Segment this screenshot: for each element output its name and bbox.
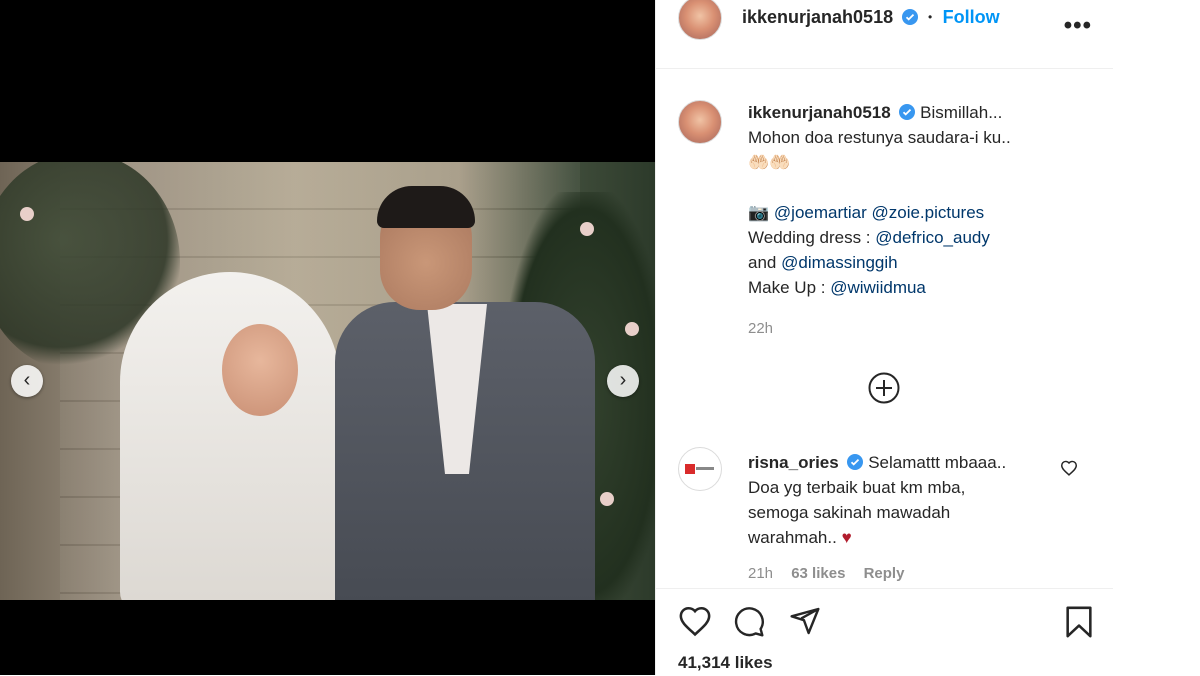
author-avatar[interactable]	[678, 0, 722, 40]
caption-text: Bismillah...	[920, 103, 1003, 122]
bride-veil	[120, 272, 340, 600]
verified-icon	[847, 454, 864, 470]
bookmark-icon[interactable]	[1064, 605, 1094, 639]
caption-username[interactable]: ikkenurjanah0518	[748, 103, 891, 122]
comment-username[interactable]: risna_ories	[748, 453, 839, 472]
caption-avatar[interactable]	[678, 100, 722, 144]
header-separator: •	[928, 10, 933, 24]
caption-emoji: 🤲🏻🤲🏻	[748, 153, 791, 172]
chevron-right-icon: ›	[619, 369, 627, 391]
comment-likes[interactable]: 63 likes	[791, 565, 845, 582]
commenter-avatar-text	[696, 467, 714, 470]
mention-link[interactable]: @defrico_audy	[875, 228, 990, 247]
post-header: ikkenurjanah0518 • Follow •••	[656, 0, 1114, 69]
photo-groom	[335, 186, 595, 600]
follow-button[interactable]: Follow	[943, 7, 1000, 27]
post-photo[interactable]: ‹ ›	[0, 162, 655, 600]
heart-icon[interactable]	[678, 605, 712, 637]
comment-meta: 21h 63 likes Reply	[748, 565, 918, 582]
photo-flower	[625, 322, 639, 336]
comment-text: Doa yg terbaik buat km mba,	[748, 478, 966, 497]
mention-link[interactable]: @dimassinggih	[781, 253, 897, 272]
comment-body: risna_ories Selamattt mbaaa.. Doa yg ter…	[748, 450, 1068, 550]
carousel-next-button[interactable]: ›	[607, 365, 639, 397]
share-icon[interactable]	[788, 605, 822, 637]
groom-hair	[377, 186, 475, 228]
mention-link[interactable]: @zoie.pictures	[871, 203, 984, 222]
author-username[interactable]: ikkenurjanah0518	[742, 7, 893, 27]
camera-emoji-icon: 📷	[748, 203, 770, 222]
heart-emoji-icon: ♥	[841, 528, 852, 547]
comment-icon[interactable]	[732, 606, 766, 638]
verified-icon	[901, 9, 918, 25]
right-gutter	[1113, 0, 1200, 675]
comment-text: Selamattt mbaaa..	[868, 453, 1007, 472]
photo-flower	[600, 492, 614, 506]
carousel-prev-button[interactable]: ‹	[11, 365, 43, 397]
post-caption: ikkenurjanah0518 Bismillah... Mohon doa …	[748, 100, 1098, 341]
caption-line: Mohon doa restunya saudara-i ku..	[748, 128, 1011, 147]
caption-text: Make Up :	[748, 278, 826, 297]
add-circle-icon[interactable]	[868, 372, 900, 404]
comment-text: warahmah..	[748, 528, 837, 547]
post-actions: 41,314 likes	[656, 588, 1114, 676]
caption-text: and	[748, 253, 777, 272]
bride-face	[222, 324, 298, 416]
verified-icon	[899, 104, 916, 120]
likes-count[interactable]: 41,314 likes	[678, 653, 773, 673]
photo-bride	[110, 272, 350, 600]
mention-link[interactable]: @joemartiar	[774, 203, 867, 222]
post-media: ‹ ›	[0, 0, 655, 675]
reply-button[interactable]: Reply	[864, 565, 905, 582]
mention-link[interactable]: @wiwiidmua	[830, 278, 926, 297]
commenter-avatar[interactable]	[678, 447, 722, 491]
commenter-avatar-logo	[685, 464, 695, 474]
like-comment-icon[interactable]	[1060, 460, 1078, 476]
more-options-icon[interactable]: •••	[1064, 12, 1092, 40]
caption-timestamp: 22h	[748, 320, 774, 337]
chevron-left-icon: ‹	[23, 369, 31, 391]
post-side-panel: ikkenurjanah0518 • Follow ••• ikkenurjan…	[655, 0, 1114, 676]
photo-flower	[20, 207, 34, 221]
caption-text: Wedding dress :	[748, 228, 871, 247]
comment-text: semoga sakinah mawadah	[748, 503, 951, 522]
comment-timestamp: 21h	[748, 565, 774, 582]
